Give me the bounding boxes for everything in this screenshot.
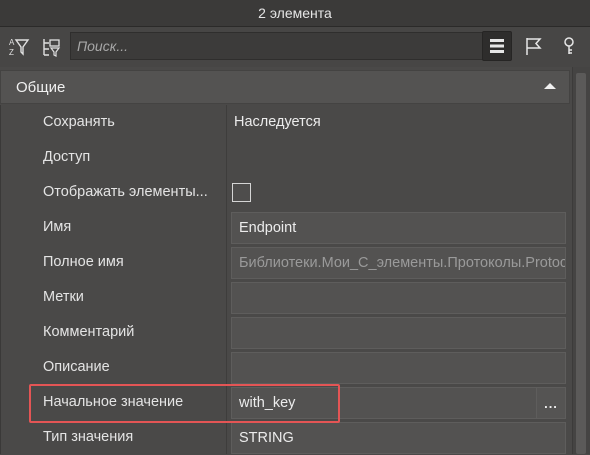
property-label: Комментарий [43,324,135,340]
flag-button[interactable] [518,31,548,61]
property-row-value-type: Тип значения STRING [0,420,570,455]
property-panel: Общие Сохранять Наследуется Доступ Отобр… [0,67,590,454]
scrollbar-thumb[interactable] [576,73,586,454]
property-label: Имя [43,219,72,235]
tags-field[interactable] [231,282,566,314]
value-type-field[interactable]: STRING [231,422,566,454]
key-icon [564,37,574,54]
property-label: Сохранять [43,114,115,130]
property-value[interactable]: Наследуется [234,105,321,140]
initial-value-field[interactable]: with_key [231,387,537,419]
svg-text:Z: Z [9,48,14,57]
svg-text:A: A [9,38,15,47]
property-row-display-elements: Отображать элементы... [0,175,570,210]
property-label: Метки [43,289,84,305]
property-label: Описание [43,359,110,375]
property-row-description: Описание [0,350,570,385]
property-label: Начальное значение [43,394,184,410]
property-label: Отображать элементы... [43,184,208,200]
group-title: Общие [16,78,66,96]
property-row-name: Имя Endpoint [0,210,570,245]
key-button[interactable] [554,31,584,61]
name-field[interactable]: Endpoint [231,212,566,244]
tree-filter-button[interactable] [36,32,66,62]
property-row-save: Сохранять Наследуется [0,105,570,140]
property-label: Полное имя [43,254,124,270]
sort-filter-button[interactable]: A Z [4,32,34,62]
property-row-comment: Комментарий [0,315,570,350]
display-elements-checkbox[interactable] [232,183,251,202]
title-text: 2 элемента [258,5,332,21]
vertical-scrollbar[interactable] [572,67,590,454]
full-name-field[interactable]: Библиотеки.Мои_С_элементы.Протоколы.Prot… [231,247,566,279]
property-row-full-name: Полное имя Библиотеки.Мои_С_элементы.Про… [0,245,570,280]
search-input[interactable] [70,32,485,60]
list-view-button[interactable] [482,31,512,61]
description-field[interactable] [231,352,566,384]
property-row-tags: Метки [0,280,570,315]
property-row-access: Доступ [0,140,570,175]
sort-filter-icon: A Z [9,38,30,57]
initial-value-ellipsis-button[interactable]: ... [536,387,566,419]
comment-field[interactable] [231,317,566,349]
property-label: Тип значения [43,429,134,445]
collapse-up-icon[interactable] [543,81,557,91]
tree-filter-icon [43,39,61,57]
window-title: 2 элемента [0,0,590,27]
property-row-initial-value: Начальное значение with_key ... [0,385,570,420]
list-view-icon [490,39,504,53]
property-label: Доступ [43,149,91,165]
toolbar: A Z [0,27,590,67]
flag-icon [526,38,542,55]
group-header-general[interactable]: Общие [0,70,570,104]
